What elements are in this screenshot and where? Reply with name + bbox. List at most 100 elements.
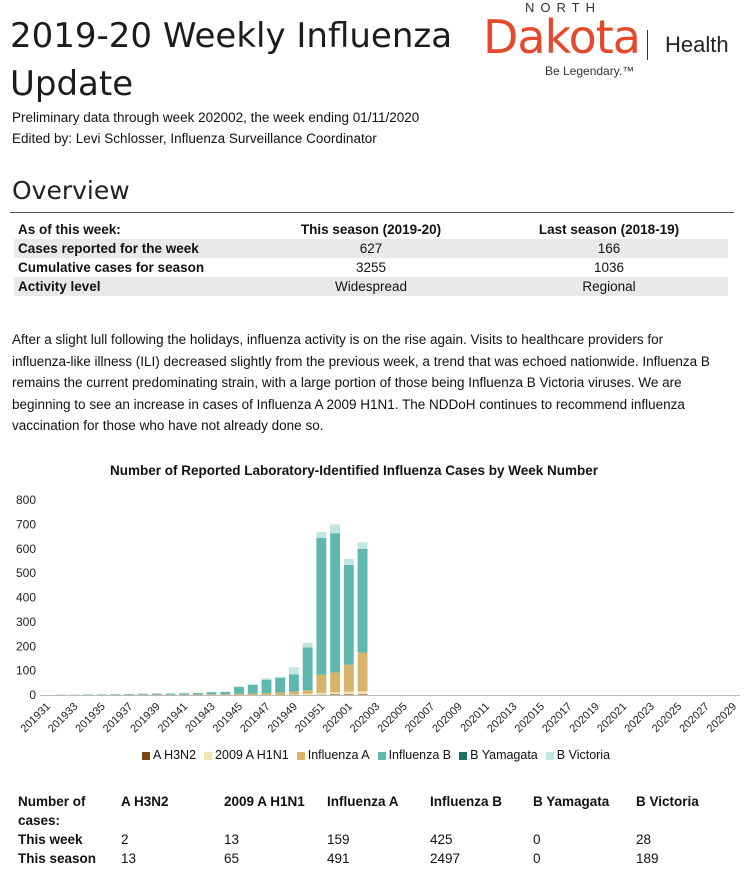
bar-segment	[343, 558, 354, 565]
legend-swatch	[377, 751, 386, 760]
x-tick-label: 201937	[101, 701, 135, 735]
table-row: This week 2 13 159 425 0 28	[14, 830, 734, 849]
bar-segment	[261, 678, 272, 680]
bar-segment	[124, 694, 135, 695]
table-row: This season 13 65 491 2497 0 189	[14, 849, 734, 868]
overview-table: As of this week: This season (2019-20) L…	[14, 220, 728, 296]
x-tick-label: 202015	[513, 701, 547, 735]
bar-segment	[234, 693, 244, 695]
logo-health: Health	[665, 32, 729, 57]
x-tick-label: 202007	[403, 701, 437, 735]
cases-header-label: Number of cases:	[18, 794, 86, 828]
cases-header-a-h3n2: A H3N2	[121, 794, 169, 809]
legend-label: Influenza B	[388, 748, 452, 762]
row-label: Cases reported for the week	[18, 241, 199, 256]
chart-legend: A H3N2 2009 A H1N1 Influenza A Influenza B B…	[0, 748, 752, 762]
legend-item: B Yamagata	[459, 748, 538, 762]
overview-paragraph: After a slight lull following the holida…	[12, 332, 710, 433]
influenza-cases-chart: Number of Reported Laboratory-Identified…	[16, 463, 740, 735]
y-tick-label: 200	[16, 639, 36, 653]
legend-item: Influenza A	[296, 748, 370, 762]
y-tick-label: 600	[16, 542, 36, 556]
x-tick-label: 202019	[568, 701, 602, 735]
editor-line: Edited by: Levi Schlosser, Influenza Sur…	[12, 131, 377, 146]
bar-segment	[234, 686, 244, 694]
x-tick-label: 202017	[540, 701, 574, 735]
x-tick-label: 202025	[650, 701, 684, 735]
legend-label: A H3N2	[152, 748, 197, 762]
row-label: Activity level	[18, 279, 101, 294]
bar-segment	[83, 694, 93, 696]
cell-influenza-a: 159	[327, 832, 350, 847]
bar-segment	[206, 694, 217, 695]
bar-segment	[330, 692, 341, 695]
logo-divider	[647, 30, 648, 60]
bar-segment	[316, 531, 327, 539]
table-row: Activity level Widespread Regional	[14, 277, 728, 296]
cases-header-b-yamagata: B Yamagata	[533, 794, 610, 809]
table-row: Cases reported for the week 627 166	[14, 239, 728, 258]
legend-item: Influenza B	[377, 748, 452, 762]
cell-b-yamagata: 0	[533, 832, 541, 847]
bar-segment	[275, 676, 286, 678]
legend-swatch	[204, 751, 213, 760]
bar-segment	[220, 694, 231, 695]
overview-header-row: As of this week: This season (2019-20) L…	[14, 220, 728, 239]
bar-segment	[343, 694, 354, 696]
cell-h1n1: 13	[224, 832, 240, 847]
cell-last-season: 1036	[593, 260, 625, 275]
cell-this-season: Widespread	[334, 279, 408, 294]
row-label: Cumulative cases for season	[18, 260, 205, 275]
y-tick-label: 0	[29, 688, 36, 702]
bar-segment	[357, 542, 368, 549]
cell-h1n1: 65	[224, 851, 240, 866]
bar-segment	[110, 694, 121, 695]
overview-col-this-season: This season (2019-20)	[300, 222, 442, 237]
bar-segment	[206, 692, 217, 695]
legend-label: B Yamagata	[470, 748, 538, 762]
legend-item: B Victoria	[545, 748, 610, 762]
cell-last-season: 166	[597, 241, 621, 256]
legend-label: 2009 A H1N1	[215, 748, 289, 762]
logo-tagline: Be Legendary.™	[545, 64, 635, 78]
bar-segment	[302, 647, 313, 691]
bar-segment	[96, 694, 107, 696]
cell-this-season: 3255	[355, 260, 387, 275]
bar-segment	[247, 684, 258, 685]
cases-header-row: Number of cases: A H3N2 2009 A H1N1 Infl…	[14, 792, 734, 830]
bar-segment	[357, 691, 368, 695]
y-axis: 0 100 200 300 400 500 600 700 800	[16, 493, 36, 702]
bar-segment	[261, 693, 272, 695]
bar-segment	[302, 690, 313, 694]
y-tick-label: 300	[16, 615, 36, 629]
x-tick-label: 201931	[19, 701, 53, 735]
bar-segment	[179, 693, 190, 695]
cell-a-h3n2: 2	[121, 832, 129, 847]
legend-swatch	[459, 751, 468, 760]
bar-segment	[151, 693, 162, 695]
x-tick-label: 202001	[320, 701, 354, 735]
bar-segment	[330, 524, 341, 534]
bar-segment	[288, 694, 299, 696]
y-tick-label: 100	[16, 664, 36, 678]
bar-segment	[316, 692, 327, 695]
table-row: Cumulative cases for season 3255 1036	[14, 258, 728, 277]
x-tick-label: 202021	[595, 701, 629, 735]
x-tick-label: 201947	[238, 701, 272, 735]
bar-segment	[302, 693, 313, 695]
x-tick-label: 201941	[156, 701, 190, 735]
cell-influenza-a: 491	[327, 851, 350, 866]
legend-label: Influenza A	[307, 748, 370, 762]
cases-header-influenza-b: Influenza B	[430, 794, 503, 809]
bar-segment	[247, 685, 258, 694]
x-tick-label: 202005	[375, 701, 409, 735]
bar-segment	[288, 674, 299, 692]
x-tick-label: 201945	[211, 701, 245, 735]
bar-segment	[179, 694, 190, 696]
bar-segment	[220, 691, 231, 695]
cell-b-yamagata: 0	[533, 851, 541, 866]
cases-header-b-victoria: B Victoria	[636, 794, 699, 809]
x-tick-label: 201935	[73, 701, 107, 735]
bar-segment	[261, 679, 272, 694]
chart-bars	[55, 524, 368, 696]
